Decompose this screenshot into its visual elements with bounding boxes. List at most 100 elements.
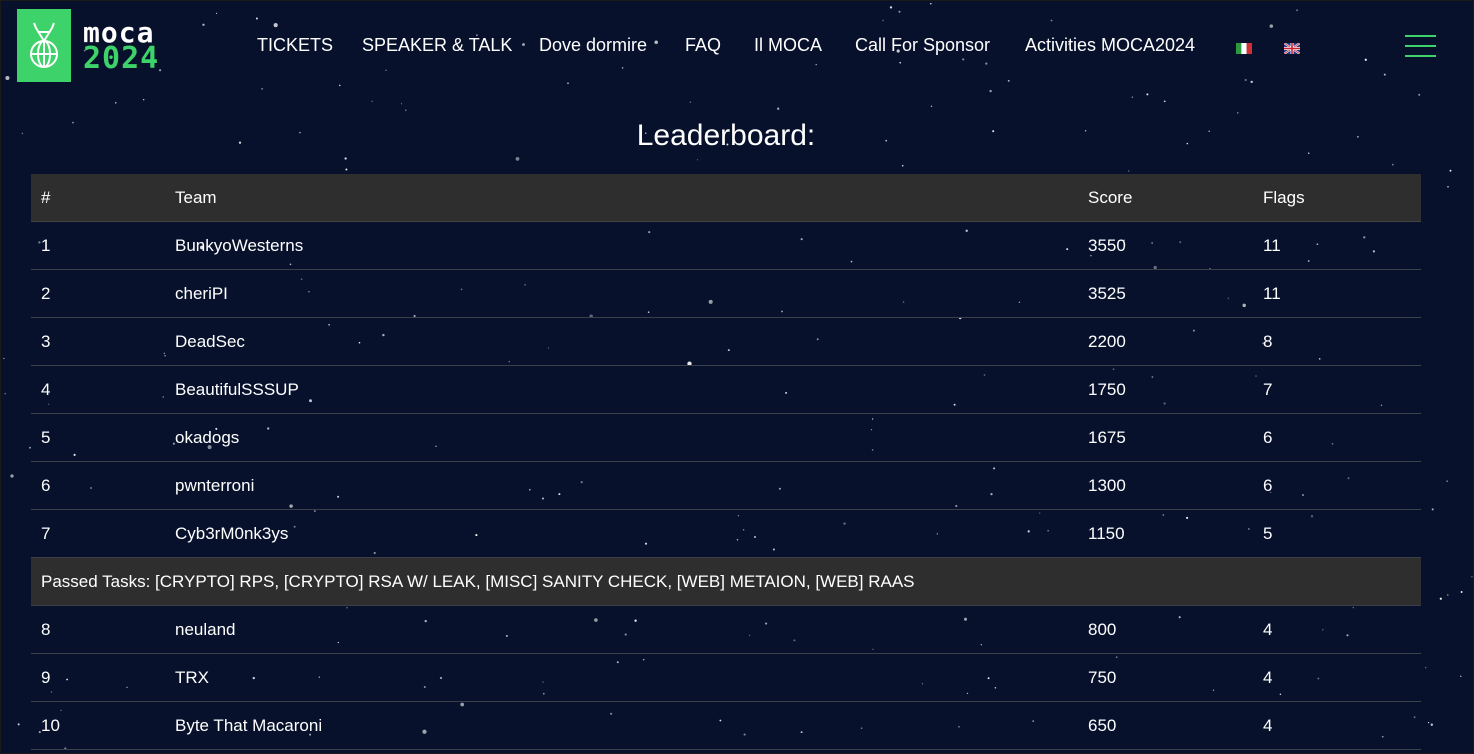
star xyxy=(344,157,347,160)
nav-activities[interactable]: Activities MOCA2024 xyxy=(1025,35,1195,56)
table-row: 3 DeadSec 2200 8 xyxy=(31,318,1421,366)
star xyxy=(1391,163,1394,166)
table-row: 4 BeautifulSSSUP 1750 7 xyxy=(31,366,1421,414)
star xyxy=(1427,721,1430,724)
star xyxy=(1131,96,1134,98)
row-rank: 2 xyxy=(41,284,51,303)
row-score: 1675 xyxy=(1088,428,1126,447)
site-logo[interactable]: moca 2024 xyxy=(17,9,159,82)
star xyxy=(1439,597,1442,600)
star xyxy=(273,23,278,28)
star xyxy=(696,159,699,161)
row-flags: 5 xyxy=(1263,524,1273,543)
row-team: TRX xyxy=(175,668,209,687)
star xyxy=(1424,666,1427,669)
star xyxy=(1128,170,1130,172)
table-row: 1 BunkyoWesterns 3550 11 xyxy=(31,222,1421,270)
row-flags: 4 xyxy=(1263,620,1273,639)
star xyxy=(1050,19,1053,22)
passed-tasks-row: Passed Tasks: [CRYPTO] RPS, [CRYPTO] RSA… xyxy=(31,558,1421,606)
nav-dove-dormire[interactable]: Dove dormire xyxy=(539,35,647,56)
table-row[interactable]: 7 Cyb3rM0nk3ys 1150 5 xyxy=(31,510,1421,558)
nav-il-moca[interactable]: Il MOCA xyxy=(754,35,822,56)
row-score: 800 xyxy=(1088,620,1117,639)
star xyxy=(621,67,624,69)
star xyxy=(522,43,525,46)
row-rank: 1 xyxy=(41,236,51,255)
star xyxy=(1269,24,1274,28)
header-score: Score xyxy=(1088,188,1133,207)
row-team: BeautifulSSSUP xyxy=(175,380,299,399)
star xyxy=(962,58,965,61)
row-team: pwnterroni xyxy=(175,476,255,495)
star xyxy=(261,88,263,90)
star xyxy=(1430,723,1433,726)
star xyxy=(1364,58,1367,61)
row-score: 1300 xyxy=(1088,476,1126,495)
globe-mascot-icon xyxy=(17,9,71,82)
nav-faq[interactable]: FAQ xyxy=(685,35,721,56)
row-score: 3550 xyxy=(1088,236,1126,255)
table-row: 10 Byte That Macaroni 650 4 xyxy=(31,702,1421,750)
table-row: 5 okadogs 1675 6 xyxy=(31,414,1421,462)
star xyxy=(882,19,884,22)
star xyxy=(400,103,403,105)
star xyxy=(1244,78,1247,82)
row-team: okadogs xyxy=(175,428,240,447)
row-flags: 6 xyxy=(1263,476,1273,495)
row-flags: 4 xyxy=(1263,668,1273,687)
passed-tasks-text: Passed Tasks: [CRYPTO] RPS, [CRYPTO] RSA… xyxy=(41,572,915,591)
row-flags: 11 xyxy=(1263,284,1281,303)
nav-speaker-talk[interactable]: SPEAKER & TALK xyxy=(362,35,512,56)
uk-flag-icon[interactable] xyxy=(1284,43,1300,54)
row-team: neuland xyxy=(175,620,236,639)
menu-hamburger-icon[interactable] xyxy=(1405,35,1436,57)
star xyxy=(339,84,341,87)
star xyxy=(930,105,933,107)
star xyxy=(385,69,387,71)
star xyxy=(901,164,904,167)
star xyxy=(5,75,10,81)
header-team: Team xyxy=(175,188,217,207)
star xyxy=(777,107,780,110)
row-rank: 8 xyxy=(41,620,51,639)
italian-flag-icon[interactable] xyxy=(1236,43,1252,54)
table-row: 2 cheriPI 3525 11 xyxy=(31,270,1421,318)
star xyxy=(689,101,692,103)
header-flags: Flags xyxy=(1263,188,1305,207)
row-flags: 4 xyxy=(1263,716,1273,735)
star xyxy=(202,23,205,26)
row-team: Cyb3rM0nk3ys xyxy=(175,524,289,543)
star xyxy=(143,99,145,101)
row-score: 1750 xyxy=(1088,380,1126,399)
row-rank: 7 xyxy=(41,524,51,543)
star xyxy=(115,102,117,104)
star xyxy=(17,723,20,726)
star xyxy=(1460,591,1463,593)
row-team: BunkyoWesterns xyxy=(175,236,304,255)
nav-tickets[interactable]: TICKETS xyxy=(257,35,333,56)
row-rank: 10 xyxy=(41,716,60,735)
star xyxy=(930,2,932,5)
star xyxy=(567,82,569,85)
star xyxy=(1449,169,1452,172)
star xyxy=(1418,93,1421,96)
star xyxy=(1163,100,1166,103)
star xyxy=(989,89,992,93)
row-rank: 3 xyxy=(41,332,51,351)
star xyxy=(1460,675,1462,677)
page-frame: moca 2024 TICKETS SPEAKER & TALK Dove do… xyxy=(0,0,1474,754)
table-row: 9 TRX 750 4 xyxy=(31,654,1421,702)
table-header-row: # Team Score Flags xyxy=(31,174,1421,222)
star xyxy=(1383,73,1386,76)
star xyxy=(345,168,348,171)
star xyxy=(1250,80,1253,84)
header-rank: # xyxy=(41,188,51,207)
star xyxy=(1007,79,1010,82)
row-score: 650 xyxy=(1088,716,1117,735)
page-title: Leaderboard: xyxy=(636,119,816,152)
row-team: DeadSec xyxy=(175,332,245,351)
logo-text-line2: 2024 xyxy=(83,40,160,76)
star xyxy=(215,12,218,15)
nav-call-for-sponsor[interactable]: Call For Sponsor xyxy=(855,35,990,56)
